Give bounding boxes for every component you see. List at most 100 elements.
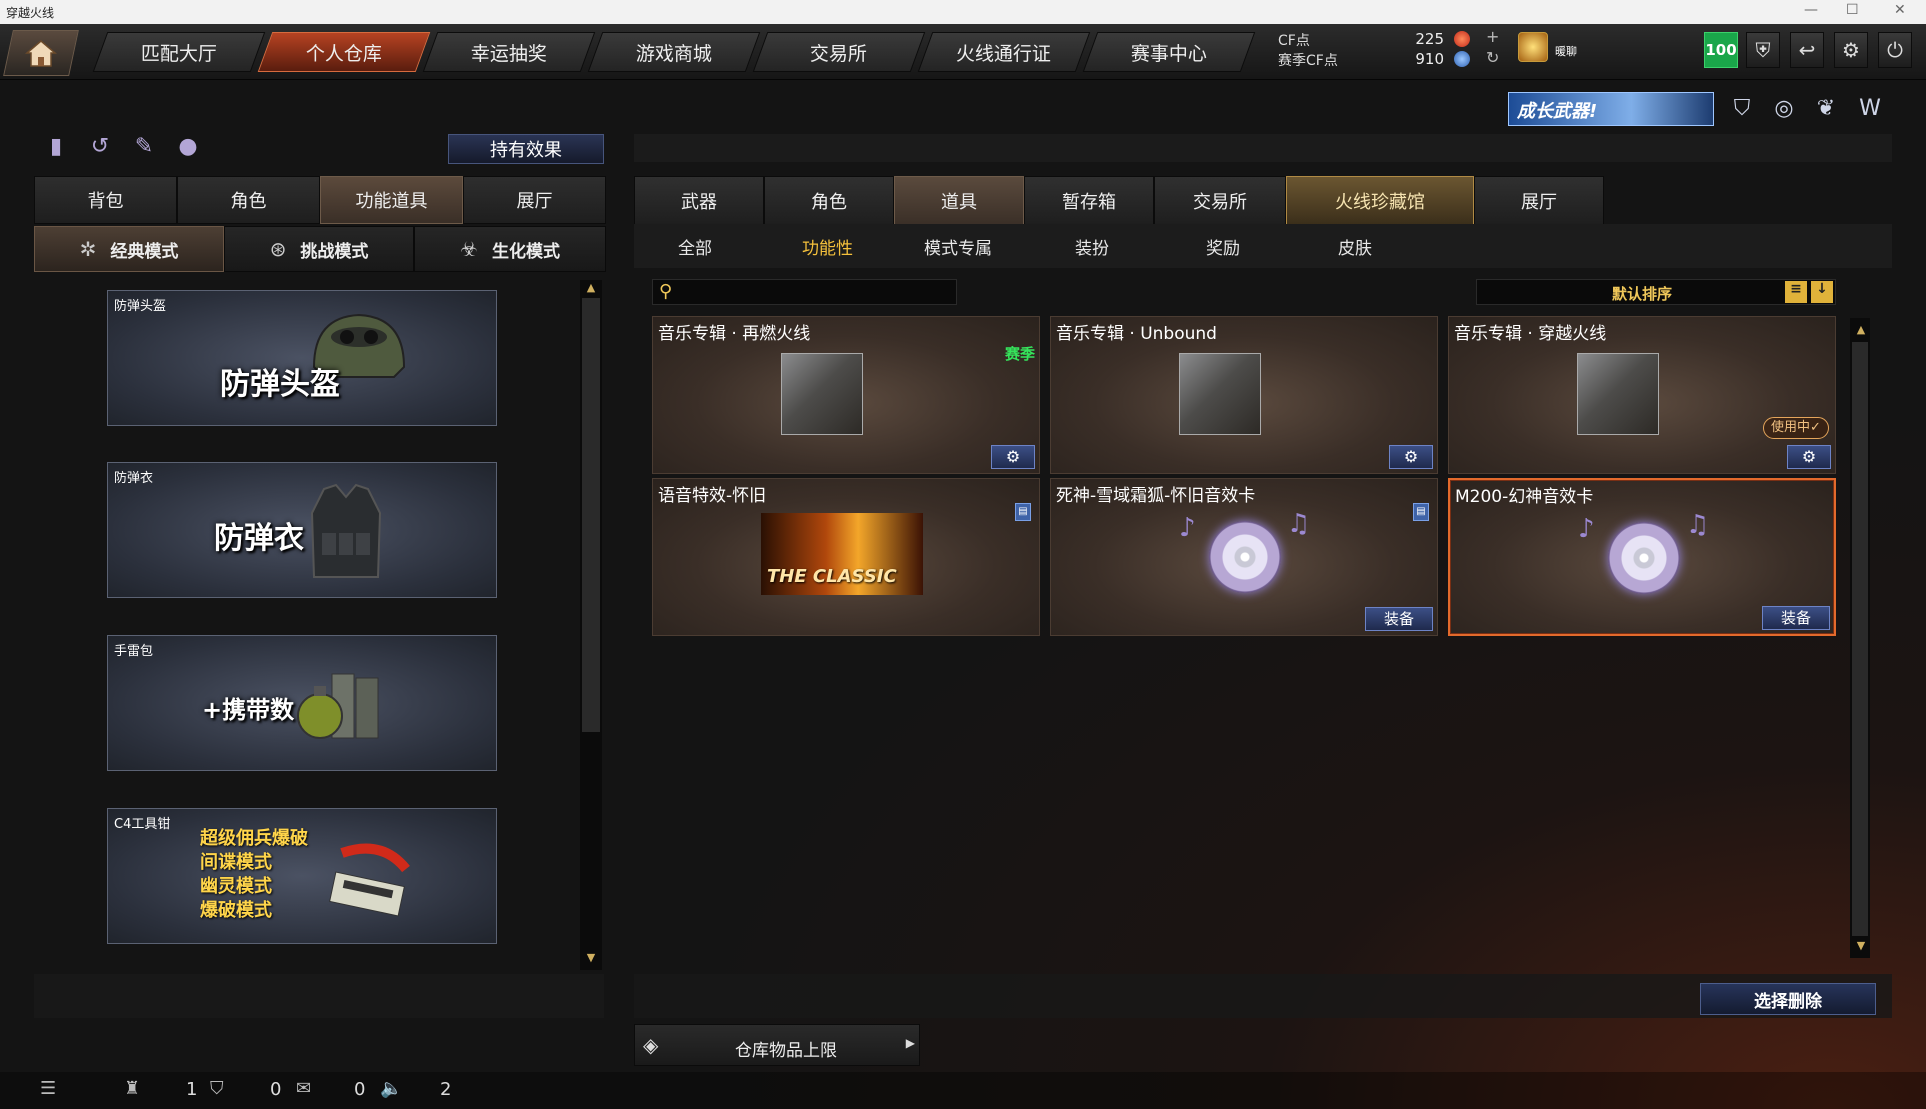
tab-showroom[interactable]: 展厅	[463, 176, 606, 224]
list-view-icon[interactable]: ≡	[1785, 281, 1807, 303]
sort-direction-icon[interactable]: ↓	[1811, 281, 1833, 303]
scroll-up-icon[interactable]: ▲	[582, 280, 600, 296]
tab-function-items[interactable]: 功能道具	[320, 176, 463, 224]
album-cover	[781, 353, 863, 435]
speaker-icon[interactable]: 🔈	[380, 1078, 402, 1099]
c4-mode-line: 幽灵模式	[200, 876, 272, 897]
item-settings-button[interactable]: ⚙	[1787, 445, 1831, 469]
tab-exchange[interactable]: 交易所	[1154, 176, 1286, 226]
home-button[interactable]	[3, 30, 79, 76]
stats-icon[interactable]: ▮	[42, 134, 70, 162]
item-name: 死神-雪域霜狐-怀旧音效卡	[1056, 486, 1256, 506]
subtab-cosmetic[interactable]: 装扮	[1075, 234, 1109, 259]
close-icon[interactable]: ✕	[1894, 2, 1906, 18]
item-card[interactable]: 音乐专辑 · 穿越火线 使用中✓ ⚙	[1448, 316, 1836, 474]
nav-tab-battle-pass[interactable]: 火线通行证	[917, 32, 1091, 72]
tab-weapons[interactable]: 武器	[634, 176, 764, 226]
item-settings-button[interactable]: ⚙	[991, 445, 1035, 469]
power-icon[interactable]: ⏻	[1878, 32, 1912, 68]
add-points-icon[interactable]: +	[1486, 27, 1499, 46]
mode-zombie[interactable]: ☣ 生化模式	[414, 226, 606, 272]
equip-button[interactable]: 装备	[1762, 606, 1830, 630]
user-edit-icon[interactable]: ✎	[130, 134, 158, 162]
held-effects-button[interactable]: 持有效果	[448, 134, 604, 164]
return-icon[interactable]: ↩	[1790, 32, 1824, 68]
history-icon[interactable]: ↺	[86, 134, 114, 162]
item-card[interactable]: 音乐专辑 · 再燃火线 赛季 ⚙	[652, 316, 1040, 474]
item-card[interactable]: 音乐专辑 · Unbound ⚙	[1050, 316, 1438, 474]
nav-tab-lucky-draw[interactable]: 幸运抽奖	[422, 32, 596, 72]
left-bottom-bar	[34, 974, 604, 1018]
tab-showroom-right[interactable]: 展厅	[1474, 176, 1604, 226]
friends-icon[interactable]: ♜	[124, 1078, 140, 1099]
tab-items[interactable]: 道具	[894, 176, 1024, 226]
chat-count: 0	[354, 1079, 366, 1100]
mode-challenge[interactable]: ⊛ 挑战模式	[224, 226, 414, 272]
target-icon[interactable]: ◎	[1770, 96, 1798, 124]
emblem-icon[interactable]: ⛉	[1728, 96, 1756, 124]
right-scrollbar-thumb[interactable]	[1852, 342, 1868, 936]
equip-button[interactable]: 装备	[1365, 607, 1433, 631]
nav-tab-personal-storage[interactable]: 个人仓库	[257, 32, 431, 72]
maximize-icon[interactable]: ☐	[1846, 2, 1859, 18]
subtab-functional[interactable]: 功能性	[802, 234, 853, 259]
search-input[interactable]	[683, 282, 951, 302]
grenade-icon[interactable]: ●	[174, 134, 202, 162]
subtab-all[interactable]: 全部	[678, 234, 712, 259]
chevron-right-icon: ▶	[905, 1036, 915, 1050]
c4-mode-line: 超级佣兵爆破	[200, 828, 308, 849]
level-badge[interactable]: 100	[1704, 32, 1738, 68]
cf-coin-icon	[1454, 31, 1470, 47]
c4-mode-line: 间谍模式	[200, 852, 272, 873]
item-name: M200-幻神音效卡	[1455, 487, 1594, 507]
mode-classic[interactable]: ✲ 经典模式	[34, 226, 224, 272]
player-name: 暖聊	[1555, 45, 1577, 58]
nav-tab-game-store[interactable]: 游戏商城	[587, 32, 761, 72]
item-name: 音乐专辑 · 穿越火线	[1454, 324, 1607, 344]
chat-icon[interactable]: ✉	[296, 1078, 311, 1099]
item-settings-button[interactable]: ⚙	[1389, 445, 1433, 469]
item-card[interactable]: 死神-雪域霜狐-怀旧音效卡 ▤ ♪ ♫ 装备	[1050, 478, 1438, 636]
scroll-down-icon[interactable]: ▼	[582, 950, 600, 966]
item-card-selected[interactable]: M200-幻神音效卡 ♪ ♫ 装备	[1448, 478, 1836, 636]
card-helmet[interactable]: 防弹头盔 防弹头盔	[107, 290, 497, 426]
subtab-mode-exclusive[interactable]: 模式专属	[924, 234, 992, 259]
search-box[interactable]: ⚲	[652, 279, 957, 305]
wreath-icon[interactable]: ❦	[1812, 96, 1840, 124]
card-vest[interactable]: 防弹衣 防弹衣	[107, 462, 497, 598]
subtab-rewards[interactable]: 奖励	[1206, 234, 1240, 259]
classic-art: THE CLASSIC	[761, 513, 923, 595]
card-grenade-pack[interactable]: 手雷包 +携带数	[107, 635, 497, 771]
gear-icon[interactable]: ⚙	[1834, 32, 1868, 68]
shield-icon[interactable]: ⛨	[1746, 32, 1780, 68]
sort-dropdown[interactable]: 默认排序 ≡ ↓	[1476, 279, 1836, 305]
speaker-count: 2	[440, 1079, 452, 1100]
item-card[interactable]: 语音特效-怀旧 ▤ THE CLASSIC	[652, 478, 1040, 636]
menu-list-icon[interactable]: ☰	[40, 1078, 56, 1099]
in-use-badge: 使用中✓	[1763, 417, 1829, 439]
minimize-icon[interactable]: —	[1804, 2, 1818, 18]
select-delete-button[interactable]: 选择删除	[1700, 983, 1876, 1015]
tab-temp-box[interactable]: 暂存箱	[1024, 176, 1154, 226]
tab-character[interactable]: 角色	[177, 176, 320, 224]
right-header-strip	[634, 134, 1892, 162]
clan-shield-icon[interactable]: ⛉	[210, 1078, 224, 1099]
refresh-icon[interactable]: ↻	[1486, 48, 1499, 67]
card-c4-pliers[interactable]: C4工具钳 超级佣兵爆破 间谍模式 幽灵模式 爆破模式	[107, 808, 497, 944]
tab-backpack[interactable]: 背包	[34, 176, 177, 224]
storage-capacity-bar[interactable]: ◈ 仓库物品上限 ▶	[634, 1024, 920, 1066]
pulse-icon: ⊛	[269, 237, 287, 261]
nav-tab-exchange[interactable]: 交易所	[752, 32, 926, 72]
growth-weapon-banner[interactable]: 成长武器!	[1508, 92, 1714, 126]
tab-characters[interactable]: 角色	[764, 176, 894, 226]
tab-collection-hall[interactable]: 火线珍藏馆	[1286, 176, 1474, 226]
trash-icon[interactable]: ▤	[1015, 503, 1031, 521]
nav-tab-event-center[interactable]: 赛事中心	[1082, 32, 1256, 72]
subtab-skins[interactable]: 皮肤	[1338, 234, 1372, 259]
wings-icon[interactable]: W	[1856, 96, 1884, 124]
scroll-up-icon[interactable]: ▲	[1852, 322, 1870, 338]
nav-tab-match-lobby[interactable]: 匹配大厅	[92, 32, 266, 72]
left-scrollbar-thumb[interactable]	[582, 298, 600, 732]
scroll-down-icon[interactable]: ▼	[1852, 938, 1870, 954]
trash-icon[interactable]: ▤	[1413, 503, 1429, 521]
